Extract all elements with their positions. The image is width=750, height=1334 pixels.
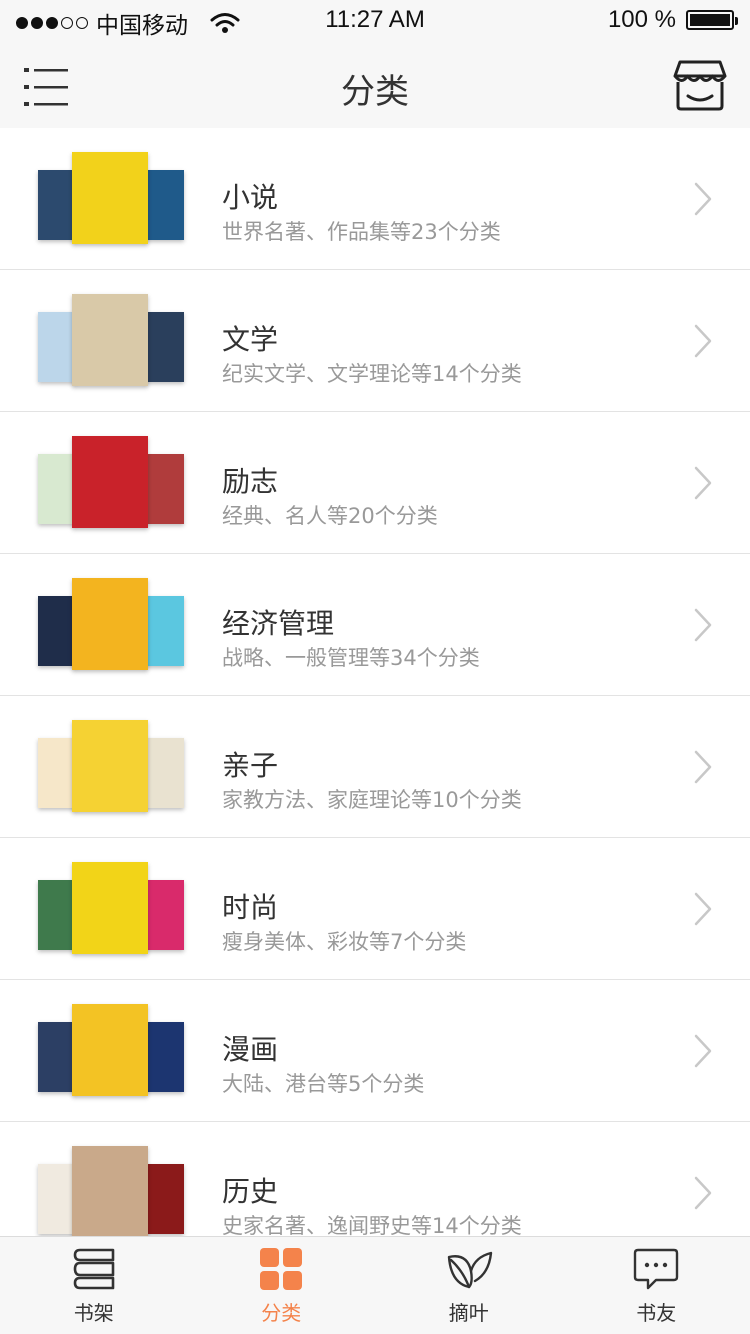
leaf-icon: [447, 1251, 492, 1289]
category-row[interactable]: 经济管理战略、一般管理等34个分类: [0, 554, 750, 696]
category-title: 经济管理: [222, 607, 335, 640]
book-cover: [144, 880, 184, 950]
chevron-right-icon: [694, 1176, 712, 1210]
category-row[interactable]: 历史史家名著、逸闻野史等14个分类: [0, 1122, 750, 1236]
chevron-right-icon: [694, 466, 712, 500]
book-cover: [144, 454, 184, 524]
chevron-right-icon: [694, 750, 712, 784]
category-list: 小说世界名著、作品集等23个分类文学纪实文学、文学理论等14个分类励志经典、名人…: [0, 128, 750, 1236]
book-cover: [72, 294, 148, 386]
book-covers: [38, 862, 184, 958]
category-title: 小说: [222, 181, 279, 214]
category-subtitle: 家教方法、家庭理论等10个分类: [222, 788, 522, 812]
book-covers: [38, 152, 184, 248]
book-cover: [72, 152, 148, 244]
chevron-right-icon: [694, 182, 712, 216]
tab-label: 书架: [73, 1301, 114, 1325]
battery-percent: 100 %: [607, 6, 676, 33]
book-cover: [144, 1164, 184, 1234]
book-covers: [38, 436, 184, 532]
category-title: 文学: [222, 323, 279, 356]
category-subtitle: 大陆、港台等5个分类: [222, 1072, 425, 1096]
tab-category[interactable]: 分类: [188, 1237, 376, 1334]
book-cover: [144, 312, 184, 382]
category-title: 亲子: [222, 749, 279, 782]
store-icon[interactable]: [672, 58, 728, 112]
category-subtitle: 史家名著、逸闻野史等14个分类: [222, 1214, 522, 1236]
bookshelf-icon: [73, 1248, 115, 1290]
book-cover: [72, 720, 148, 812]
category-row[interactable]: 漫画大陆、港台等5个分类: [0, 980, 750, 1122]
book-cover: [144, 738, 184, 808]
category-subtitle: 纪实文学、文学理论等14个分类: [222, 362, 522, 386]
book-cover: [144, 170, 184, 240]
tab-label: 书友: [636, 1301, 677, 1325]
book-covers: [38, 1004, 184, 1100]
tab-bookshelf[interactable]: 书架: [0, 1237, 188, 1334]
chevron-right-icon: [694, 324, 712, 358]
category-row[interactable]: 小说世界名著、作品集等23个分类: [0, 128, 750, 270]
chevron-right-icon: [694, 892, 712, 926]
category-title: 漫画: [222, 1033, 279, 1066]
book-cover: [144, 596, 184, 666]
book-cover: [72, 1146, 148, 1236]
chat-bubble-icon: [634, 1248, 679, 1290]
category-row[interactable]: 文学纪实文学、文学理论等14个分类: [0, 270, 750, 412]
category-title: 时尚: [222, 891, 279, 924]
category-subtitle: 战略、一般管理等34个分类: [222, 646, 480, 670]
category-subtitle: 经典、名人等20个分类: [222, 504, 438, 528]
tab-friends[interactable]: 书友: [563, 1237, 750, 1334]
tab-label: 摘叶: [448, 1301, 489, 1325]
book-covers: [38, 1146, 184, 1236]
chevron-right-icon: [694, 1034, 712, 1068]
book-covers: [38, 294, 184, 390]
battery-icon: [686, 10, 738, 30]
book-covers: [38, 578, 184, 674]
page-title: 分类: [341, 72, 409, 112]
category-title: 励志: [222, 465, 279, 498]
category-subtitle: 瘦身美体、彩妆等7个分类: [222, 930, 467, 954]
book-cover: [72, 1004, 148, 1096]
status-right: 100 %: [607, 6, 738, 34]
chevron-right-icon: [694, 608, 712, 642]
tab-bar: 书架 分类 摘叶 书友: [0, 1236, 750, 1334]
book-cover: [72, 862, 148, 954]
book-covers: [38, 720, 184, 816]
book-cover: [72, 436, 148, 528]
category-title: 历史: [222, 1175, 279, 1208]
category-subtitle: 世界名著、作品集等23个分类: [222, 220, 501, 244]
status-bar: 中国移动 11:27 AM 100 %: [0, 0, 750, 40]
tab-label: 分类: [261, 1301, 302, 1325]
book-cover: [72, 578, 148, 670]
tab-leaf[interactable]: 摘叶: [375, 1237, 563, 1334]
category-row[interactable]: 时尚瘦身美体、彩妆等7个分类: [0, 838, 750, 980]
category-grid-icon: [260, 1248, 303, 1290]
book-cover: [144, 1022, 184, 1092]
nav-bar: 分类: [0, 40, 750, 128]
category-row[interactable]: 亲子家教方法、家庭理论等10个分类: [0, 696, 750, 838]
category-row[interactable]: 励志经典、名人等20个分类: [0, 412, 750, 554]
